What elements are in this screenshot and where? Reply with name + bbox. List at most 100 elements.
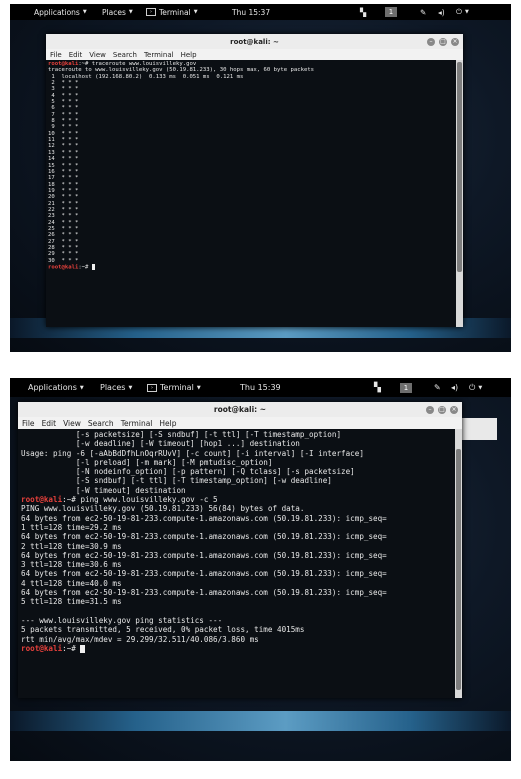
terminal-label: Terminal (160, 383, 194, 392)
maximize-icon[interactable]: □ (438, 405, 446, 414)
volume-icon[interactable]: ◂) (438, 4, 445, 20)
text-cursor (80, 644, 86, 653)
menu-help[interactable]: Help (159, 419, 176, 428)
places-menu[interactable]: Places ▼ (100, 378, 132, 397)
screenshot-ping: Applications ▼ Places ▼ › Terminal ▼ Thu 15… (10, 378, 511, 761)
output-line: rtt min/avg/max/mdev = 29.299/32.511/40.… (21, 634, 259, 644)
volume-icon[interactable]: ◂) (451, 378, 458, 397)
usage-line: [-l preload] [-m mark] [-M pmtudisc_opti… (21, 457, 273, 467)
terminal-output-area[interactable]: root@kali:~# traceroute www.louisvilleky… (46, 60, 456, 327)
shell-prompt: root@kali (21, 495, 63, 505)
power-icon[interactable]: ⏻ ▼ (469, 378, 482, 397)
places-label: Places (102, 7, 126, 17)
apps-grid-icon[interactable]: ▚ (360, 4, 366, 20)
scrollbar-thumb[interactable] (457, 62, 462, 272)
workspace-indicator[interactable]: 1 (385, 4, 397, 20)
prompt-suffix: :~# (62, 495, 81, 505)
output-line: 64 bytes from ec2-50-19-81-233.compute-1… (21, 532, 387, 542)
terminal-app-menu[interactable]: › Terminal ▼ (147, 378, 201, 397)
menu-edit[interactable]: Edit (69, 51, 83, 59)
window-title: root@kali: ~ (230, 37, 279, 46)
usage-line: [-S sndbuf] [-t ttl] [-T timestamp_optio… (21, 476, 332, 486)
places-menu[interactable]: Places ▼ (102, 4, 133, 20)
minimize-icon[interactable]: – (427, 37, 435, 46)
clock[interactable]: Thu 15:37 (232, 4, 270, 20)
menu-terminal[interactable]: Terminal (121, 419, 153, 428)
terminal-scrollbar[interactable] (456, 60, 463, 327)
output-line: 5 packets transmitted, 5 received, 0% pa… (21, 625, 305, 635)
clock-label: Thu 15:37 (232, 7, 271, 17)
menu-view[interactable]: View (63, 419, 81, 428)
window-menubar: File Edit View Search Terminal Help (18, 417, 462, 429)
workspace-indicator[interactable]: 1 (400, 378, 412, 397)
power-icon[interactable]: ⏻ ▼ (456, 4, 469, 20)
screenshot-traceroute: Applications ▼ Places ▼ › Terminal ▼ Thu 15… (10, 4, 511, 352)
menu-file[interactable]: File (22, 419, 35, 428)
shell-prompt: root@kali (21, 643, 63, 653)
prompt-suffix: :~# (62, 643, 81, 653)
command-line: root@kali:~# ping www.louisvilleky.gov -… (21, 495, 452, 504)
workspace-number: 1 (400, 382, 412, 393)
shell-prompt: root@kali (48, 61, 79, 67)
text-cursor (91, 264, 95, 270)
prompt-line: root@kali:~# (21, 644, 452, 653)
usage-line: [-W timeout] destination (21, 485, 186, 495)
terminal-window[interactable]: root@kali: ~ – □ × File Edit View Search… (18, 402, 462, 698)
output-line: 64 bytes from ec2-50-19-81-233.compute-1… (21, 550, 387, 560)
background-window-edge (462, 418, 497, 440)
applications-menu[interactable]: Applications ▼ (34, 4, 87, 20)
window-titlebar[interactable]: root@kali: ~ – □ × (18, 402, 462, 418)
terminal-scrollbar[interactable] (455, 429, 462, 698)
scrollbar-thumb[interactable] (456, 449, 461, 690)
usage-line: [-N nodeinfo_option] [-p pattern] [-Q tc… (21, 467, 355, 477)
prompt-line: root@kali:~# (48, 264, 454, 271)
terminal-window[interactable]: root@kali: ~ – □ × File Edit View Search… (46, 34, 463, 327)
pen-icon[interactable]: ✎ (420, 4, 426, 20)
dropdown-arrow-icon: ▼ (193, 9, 198, 15)
output-line: 4 ttl=128 time=40.0 ms (21, 578, 122, 588)
output-line: 64 bytes from ec2-50-19-81-233.compute-1… (21, 588, 387, 598)
maximize-icon[interactable]: □ (439, 37, 447, 46)
close-icon[interactable]: × (451, 37, 459, 46)
clock[interactable]: Thu 15:39 (240, 378, 281, 397)
usage-line: Usage: ping -6 [-aAbBdDfhLnOqrRUvV] [-c … (21, 448, 364, 458)
terminal-output-area[interactable]: [-s packetsize] [-S sndbuf] [-t ttl] [-T… (18, 429, 455, 698)
apps-grid-icon[interactable]: ▚ (374, 378, 381, 397)
output-line: 2 ttl=128 time=30.9 ms (21, 541, 122, 551)
close-icon[interactable]: × (450, 405, 458, 414)
minimize-icon[interactable]: – (426, 405, 434, 414)
menu-file[interactable]: File (50, 51, 62, 59)
menu-search[interactable]: Search (113, 51, 137, 59)
desktop-glow (10, 711, 511, 731)
terminal-icon: › (147, 383, 157, 392)
output-line: PING www.louisvilleky.gov (50.19.81.233)… (21, 504, 305, 514)
dropdown-arrow-icon: ▼ (79, 384, 84, 391)
command-text: traceroute www.louisvilleky.gov (91, 61, 197, 67)
applications-label: Applications (34, 7, 80, 17)
menu-edit[interactable]: Edit (42, 419, 57, 428)
window-titlebar[interactable]: root@kali: ~ – □ × (46, 34, 463, 50)
output-line: 1 ttl=128 time=29.2 ms (21, 522, 122, 532)
menu-help[interactable]: Help (181, 51, 197, 59)
window-menubar: File Edit View Search Terminal Help (46, 49, 463, 60)
clock-label: Thu 15:39 (240, 383, 281, 392)
usage-line: [-w deadline] [-W timeout] [hop1 ...] de… (21, 439, 300, 449)
window-title: root@kali: ~ (213, 405, 267, 414)
output-line: 64 bytes from ec2-50-19-81-233.compute-1… (21, 513, 387, 523)
pen-icon[interactable]: ✎ (434, 378, 441, 397)
terminal-app-menu[interactable]: › Terminal ▼ (146, 4, 198, 20)
output-line: 5 ttl=128 time=31.5 ms (21, 597, 122, 607)
output-line: 3 ttl=128 time=30.6 ms (21, 560, 122, 570)
dropdown-arrow-icon: ▼ (196, 384, 201, 391)
menu-view[interactable]: View (89, 51, 106, 59)
terminal-icon: › (146, 8, 156, 16)
places-label: Places (100, 383, 126, 392)
applications-label: Applications (28, 383, 77, 392)
shell-prompt: root@kali (48, 264, 79, 271)
applications-menu[interactable]: Applications ▼ (28, 378, 84, 397)
dropdown-arrow-icon: ▼ (128, 384, 133, 391)
top-panel: Applications ▼ Places ▼ › Terminal ▼ Thu 15… (10, 4, 511, 20)
workspace-number: 1 (385, 7, 397, 17)
menu-terminal[interactable]: Terminal (144, 51, 174, 59)
menu-search[interactable]: Search (88, 419, 114, 428)
